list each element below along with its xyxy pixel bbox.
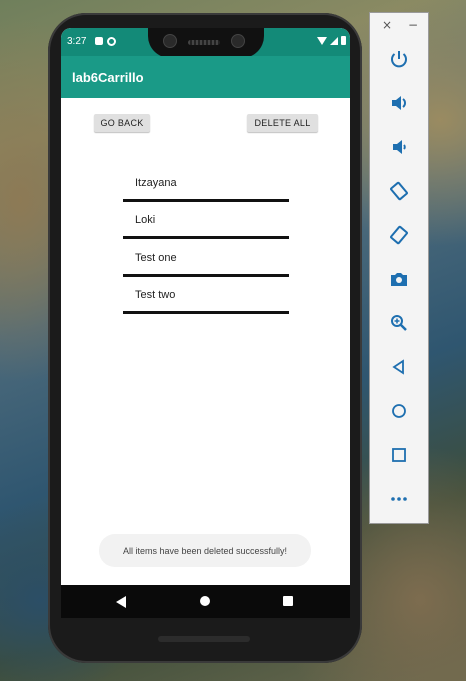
nav-back-icon[interactable]	[116, 596, 126, 608]
phone-speaker	[158, 636, 250, 642]
navigation-bar	[61, 585, 350, 618]
list-item-label: Itzayana	[135, 177, 177, 189]
zoom-icon[interactable]	[386, 310, 412, 336]
camera-icon[interactable]	[386, 266, 412, 292]
camera-icon	[163, 34, 177, 48]
list-item-label: Test two	[135, 289, 176, 301]
toolbar-header: × −	[370, 13, 428, 41]
status-bar: 3:27	[61, 28, 350, 58]
sync-icon	[107, 37, 116, 46]
status-time: 3:27	[67, 36, 87, 47]
home-icon[interactable]	[386, 398, 412, 424]
rotate-right-icon[interactable]	[386, 222, 412, 248]
rotate-left-icon[interactable]	[386, 178, 412, 204]
overview-icon[interactable]	[386, 442, 412, 468]
power-icon[interactable]	[386, 46, 412, 72]
nav-overview-icon[interactable]	[283, 596, 293, 606]
device-screen: 3:27 lab6Carrillo GO BACK DELETE ALL Itz…	[61, 28, 350, 618]
toast-message: All items have been deleted successfully…	[99, 534, 311, 567]
wifi-icon	[317, 36, 327, 45]
more-icon[interactable]	[386, 486, 412, 512]
camera-notch	[148, 28, 264, 58]
divider	[123, 236, 289, 239]
go-back-button[interactable]: GO BACK	[94, 114, 150, 132]
list-item[interactable]: Test one	[123, 240, 289, 277]
minimize-icon[interactable]: −	[408, 18, 418, 32]
volume-down-icon[interactable]	[386, 134, 412, 160]
delete-all-button[interactable]: DELETE ALL	[247, 114, 318, 132]
battery-icon	[341, 36, 346, 45]
list-item[interactable]: Itzayana	[123, 165, 289, 202]
volume-up-icon[interactable]	[386, 90, 412, 116]
back-icon[interactable]	[386, 354, 412, 380]
signal-icon	[330, 36, 338, 45]
emulator-toolbar: × −	[369, 12, 429, 524]
sd-card-icon	[95, 37, 103, 45]
status-icons	[317, 36, 346, 45]
app-bar: lab6Carrillo	[61, 56, 350, 98]
nav-home-icon[interactable]	[200, 596, 210, 606]
list-item[interactable]: Loki	[123, 202, 289, 239]
list-item-label: Loki	[135, 214, 156, 226]
divider	[123, 311, 289, 314]
close-icon[interactable]: ×	[382, 18, 392, 32]
camera-icon	[231, 34, 245, 48]
app-title: lab6Carrillo	[72, 70, 144, 85]
list-item-label: Test one	[135, 252, 177, 264]
earpiece-speaker	[188, 40, 220, 45]
list-item[interactable]: Test two	[123, 277, 289, 314]
